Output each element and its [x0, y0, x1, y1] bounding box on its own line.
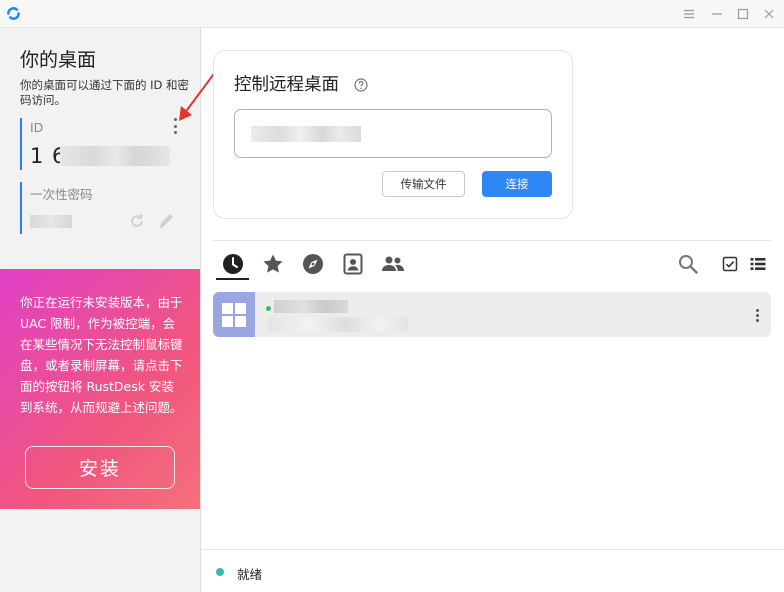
- remote-control-title: 控制远程桌面: [234, 75, 339, 95]
- peer-id-redacted: [274, 300, 348, 313]
- id-block: ID 1 6: [20, 118, 185, 170]
- remote-id-redacted: [251, 126, 361, 142]
- edit-icon[interactable]: [157, 210, 177, 230]
- refresh-icon[interactable]: [128, 212, 146, 230]
- title-bar: [0, 0, 784, 28]
- remote-id-input[interactable]: [234, 109, 552, 158]
- install-warning-panel: 你正在运行未安装版本，由于 UAC 限制，作为被控端，会在某些情况下无法控制鼠标…: [0, 269, 200, 509]
- minimize-button[interactable]: [708, 5, 726, 23]
- status-text: 就绪: [237, 567, 263, 582]
- online-status-dot: [266, 306, 271, 311]
- remote-control-card: 控制远程桌面 传输文件 连接: [213, 50, 573, 219]
- status-bar: 就绪: [201, 549, 784, 592]
- password-label: 一次性密码: [30, 187, 93, 202]
- windows-os-tile: [213, 292, 255, 337]
- search-icon: [679, 255, 698, 274]
- peer-card[interactable]: [213, 292, 771, 337]
- list-view-button[interactable]: [746, 252, 770, 276]
- contact-card-icon: [343, 253, 363, 275]
- checkbox-icon: [722, 256, 738, 272]
- password-block: 一次性密码: [20, 182, 185, 234]
- app-logo-icon: [7, 7, 20, 20]
- clock-icon: [223, 254, 243, 274]
- tab-address-book[interactable]: [341, 252, 365, 276]
- status-dot: [216, 568, 224, 576]
- select-button[interactable]: [718, 252, 742, 276]
- windows-icon: [222, 302, 246, 327]
- tabs-divider: [213, 240, 771, 241]
- id-label: ID: [30, 120, 44, 135]
- install-button[interactable]: 安装: [25, 446, 175, 489]
- compass-icon: [303, 254, 323, 274]
- maximize-button[interactable]: [734, 5, 752, 23]
- transfer-file-button[interactable]: 传输文件: [382, 171, 465, 197]
- search-button[interactable]: [676, 252, 700, 276]
- star-icon: [263, 254, 283, 273]
- install-warning-text: 你正在运行未安装版本，由于 UAC 限制，作为被控端，会在某些情况下无法控制鼠标…: [20, 295, 183, 415]
- help-icon[interactable]: [354, 78, 368, 92]
- people-icon: [382, 256, 404, 271]
- your-desktop-title: 你的桌面: [20, 49, 97, 71]
- list-view-icon: [750, 258, 766, 270]
- tab-group[interactable]: [381, 252, 405, 276]
- password-redacted[interactable]: [30, 215, 72, 228]
- close-button[interactable]: [760, 5, 778, 23]
- connect-button[interactable]: 连接: [482, 171, 552, 197]
- tab-recent[interactable]: [221, 252, 245, 276]
- tab-active-indicator: [216, 278, 249, 280]
- tab-discovered[interactable]: [301, 252, 325, 276]
- id-redacted: [60, 146, 170, 166]
- your-desktop-description: 你的桌面可以通过下面的 ID 和密码访问。: [20, 78, 190, 107]
- tab-favorites[interactable]: [261, 252, 285, 276]
- peer-name-redacted: [268, 317, 408, 332]
- menu-icon[interactable]: [680, 5, 698, 23]
- peer-more-icon[interactable]: [756, 309, 760, 322]
